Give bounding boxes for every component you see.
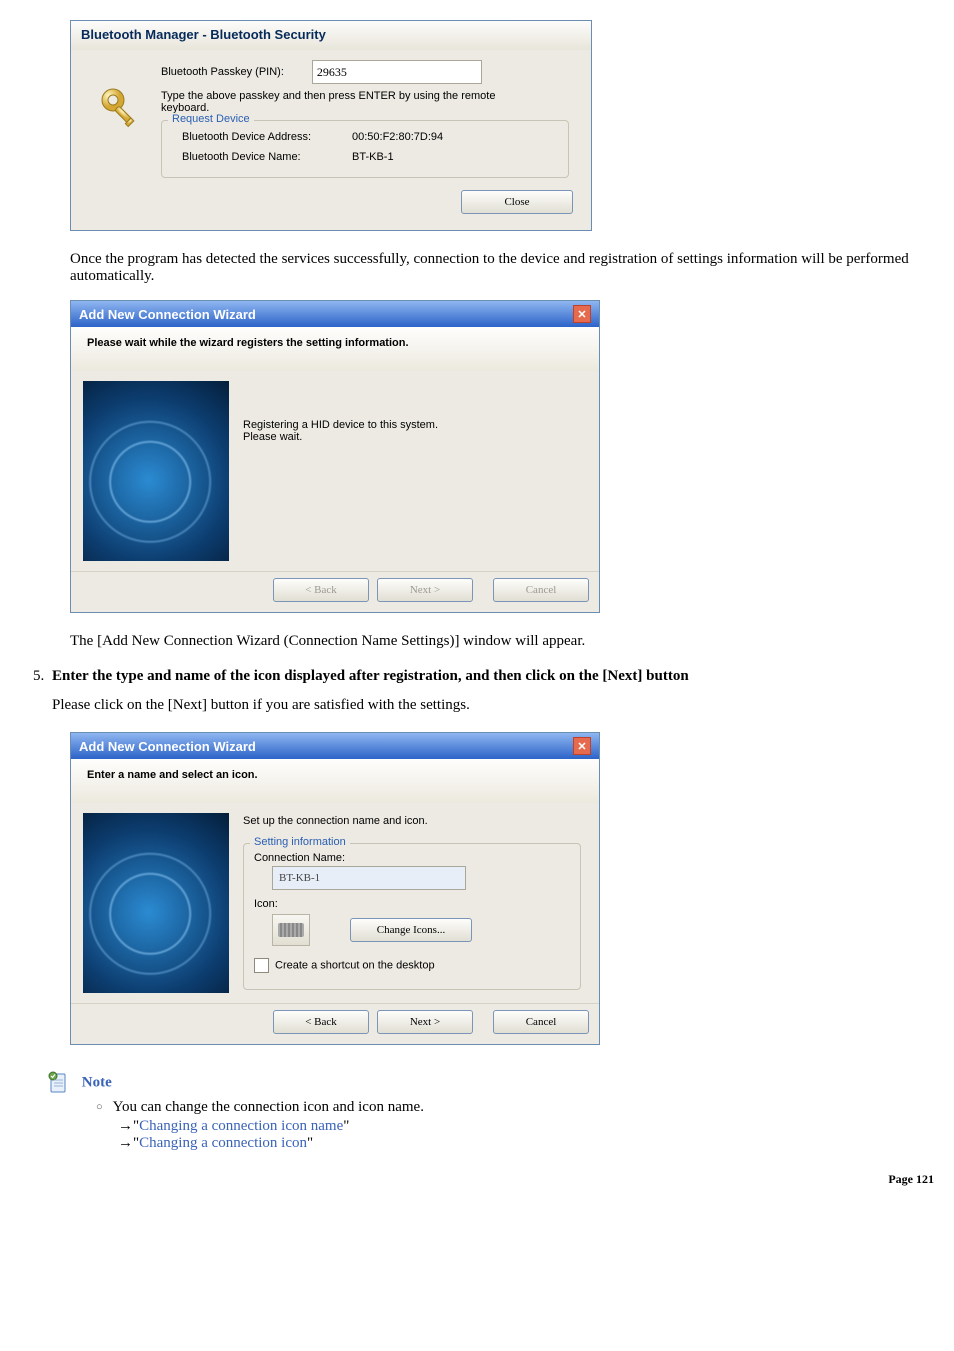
paragraph-wizard-appear: The [Add New Connection Wizard (Connecti… — [70, 633, 944, 650]
device-address-value: 00:50:F2:80:7D:94 — [352, 131, 443, 143]
close-button[interactable]: Close — [461, 190, 573, 214]
wizard-subtitle-2: Enter a name and select an icon. — [71, 759, 599, 803]
icon-label: Icon: — [254, 898, 570, 910]
keyboard-icon — [278, 923, 304, 937]
next-button-2[interactable]: Next > — [377, 1010, 473, 1034]
change-icons-button[interactable]: Change Icons... — [350, 918, 472, 942]
device-name-label: Bluetooth Device Name: — [182, 151, 332, 163]
add-connection-wizard-registering: Add New Connection Wizard ✕ Please wait … — [70, 300, 600, 613]
note-icon — [48, 1071, 68, 1095]
connection-name-label: Connection Name: — [254, 852, 570, 864]
device-name-value: BT-KB-1 — [352, 151, 394, 163]
icon-preview — [272, 914, 310, 946]
page-number: Page 121 — [10, 1172, 944, 1187]
connection-name-input[interactable] — [272, 866, 466, 890]
register-msg-1: Registering a HID device to this system. — [243, 419, 587, 431]
device-address-label: Bluetooth Device Address: — [182, 131, 332, 143]
wizard-subtitle: Please wait while the wizard registers t… — [71, 327, 599, 371]
wizard-side-image-2 — [83, 813, 229, 993]
close-icon[interactable]: ✕ — [573, 737, 591, 755]
bluetooth-security-dialog: Bluetooth Manager - Bluetooth Security B… — [70, 20, 592, 231]
passkey-input[interactable] — [312, 60, 482, 84]
setting-info-legend: Setting information — [250, 836, 350, 848]
register-msg-2: Please wait. — [243, 431, 587, 443]
cancel-button: Cancel — [493, 578, 589, 602]
note-link-row-1: →"Changing a connection icon name" — [118, 1118, 944, 1135]
setup-label: Set up the connection name and icon. — [243, 815, 587, 827]
dialog-title: Bluetooth Manager - Bluetooth Security — [71, 21, 591, 50]
link-change-icon[interactable]: Changing a connection icon — [139, 1135, 307, 1151]
passkey-instruction: Type the above passkey and then press EN… — [161, 90, 577, 114]
wizard-side-image — [83, 381, 229, 561]
paragraph-detection: Once the program has detected the servic… — [70, 251, 940, 285]
wizard-title: Add New Connection Wizard — [79, 307, 256, 322]
note-bullet: You can change the connection icon and i… — [96, 1099, 944, 1116]
cancel-button-2[interactable]: Cancel — [493, 1010, 589, 1034]
create-shortcut-label: Create a shortcut on the desktop — [275, 959, 435, 971]
step-5-paragraph: Please click on the [Next] button if you… — [52, 697, 944, 714]
step-5-title: Enter the type and name of the icon disp… — [52, 668, 944, 685]
passkey-label: Bluetooth Passkey (PIN): — [161, 66, 284, 78]
key-icon — [97, 84, 145, 132]
request-device-legend: Request Device — [168, 113, 254, 125]
create-shortcut-row[interactable]: Create a shortcut on the desktop — [254, 958, 570, 973]
note-link-row-2: →"Changing a connection icon" — [118, 1135, 944, 1152]
add-connection-wizard-name: Add New Connection Wizard ✕ Enter a name… — [70, 732, 600, 1045]
close-icon[interactable]: ✕ — [573, 305, 591, 323]
key-art — [71, 50, 161, 186]
back-button-2[interactable]: < Back — [273, 1010, 369, 1034]
create-shortcut-checkbox[interactable] — [254, 958, 269, 973]
note-heading: Note — [82, 1075, 112, 1091]
link-change-icon-name[interactable]: Changing a connection icon name — [139, 1118, 343, 1134]
next-button: Next > — [377, 578, 473, 602]
wizard-title-2: Add New Connection Wizard — [79, 739, 256, 754]
back-button: < Back — [273, 578, 369, 602]
